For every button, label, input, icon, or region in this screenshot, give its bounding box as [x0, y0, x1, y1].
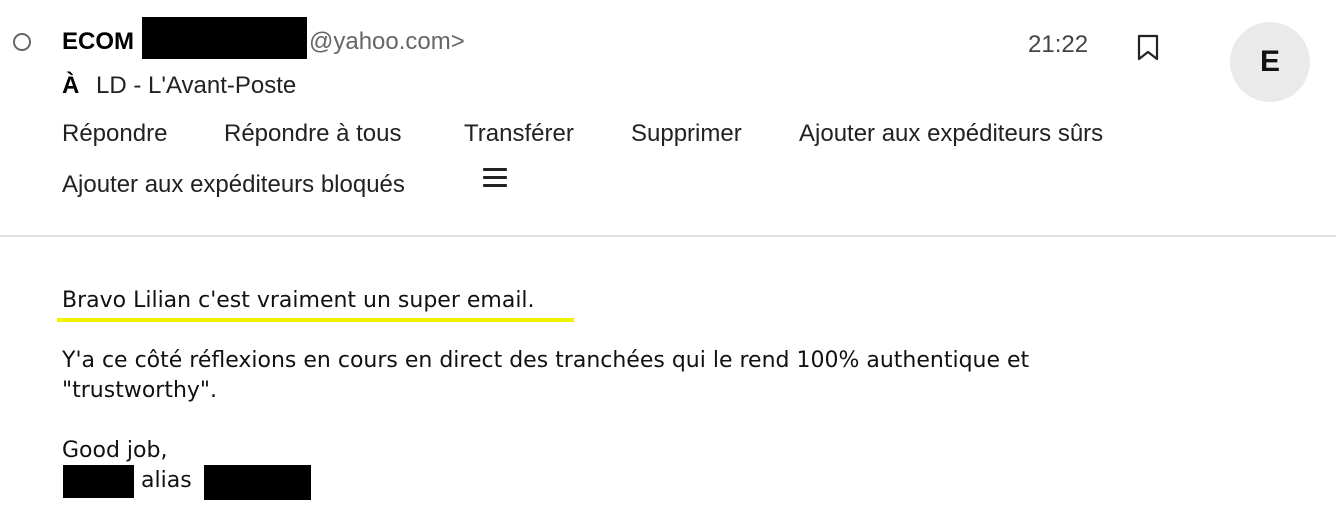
recipient-value: LD - L'Avant-Poste — [96, 72, 297, 99]
message-line-3: "trustworthy". — [62, 378, 218, 403]
delete-button[interactable]: Supprimer — [631, 120, 742, 148]
header-divider — [0, 235, 1336, 237]
message-line-1: Bravo Lilian c'est vraiment un super ema… — [62, 288, 535, 313]
message-line-2: Y'a ce côté réflexions en cours en direc… — [62, 348, 1030, 373]
message-time: 21:22 — [1028, 31, 1089, 58]
bookmark-icon[interactable] — [1136, 34, 1160, 62]
message-line-4: Good job, — [62, 438, 168, 463]
alias-text: alias — [141, 468, 192, 493]
redacted-alias-block — [204, 465, 311, 500]
hamburger-menu-icon[interactable] — [483, 168, 507, 190]
select-radio-icon[interactable] — [13, 33, 31, 51]
add-blocked-sender-button[interactable]: Ajouter aux expéditeurs bloqués — [62, 171, 405, 199]
highlight-underline — [57, 318, 574, 322]
sender-name: ECOM — [62, 28, 134, 55]
forward-button[interactable]: Transférer — [464, 120, 574, 148]
redacted-sender-block — [142, 17, 307, 59]
add-safe-sender-button[interactable]: Ajouter aux expéditeurs sûrs — [799, 120, 1103, 148]
reply-button[interactable]: Répondre — [62, 120, 167, 148]
sender-avatar[interactable]: E — [1230, 22, 1310, 102]
recipient-label: À — [62, 72, 80, 99]
sender-email: @yahoo.com> — [309, 28, 465, 55]
redacted-name-block — [63, 465, 134, 498]
reply-all-button[interactable]: Répondre à tous — [224, 120, 401, 148]
